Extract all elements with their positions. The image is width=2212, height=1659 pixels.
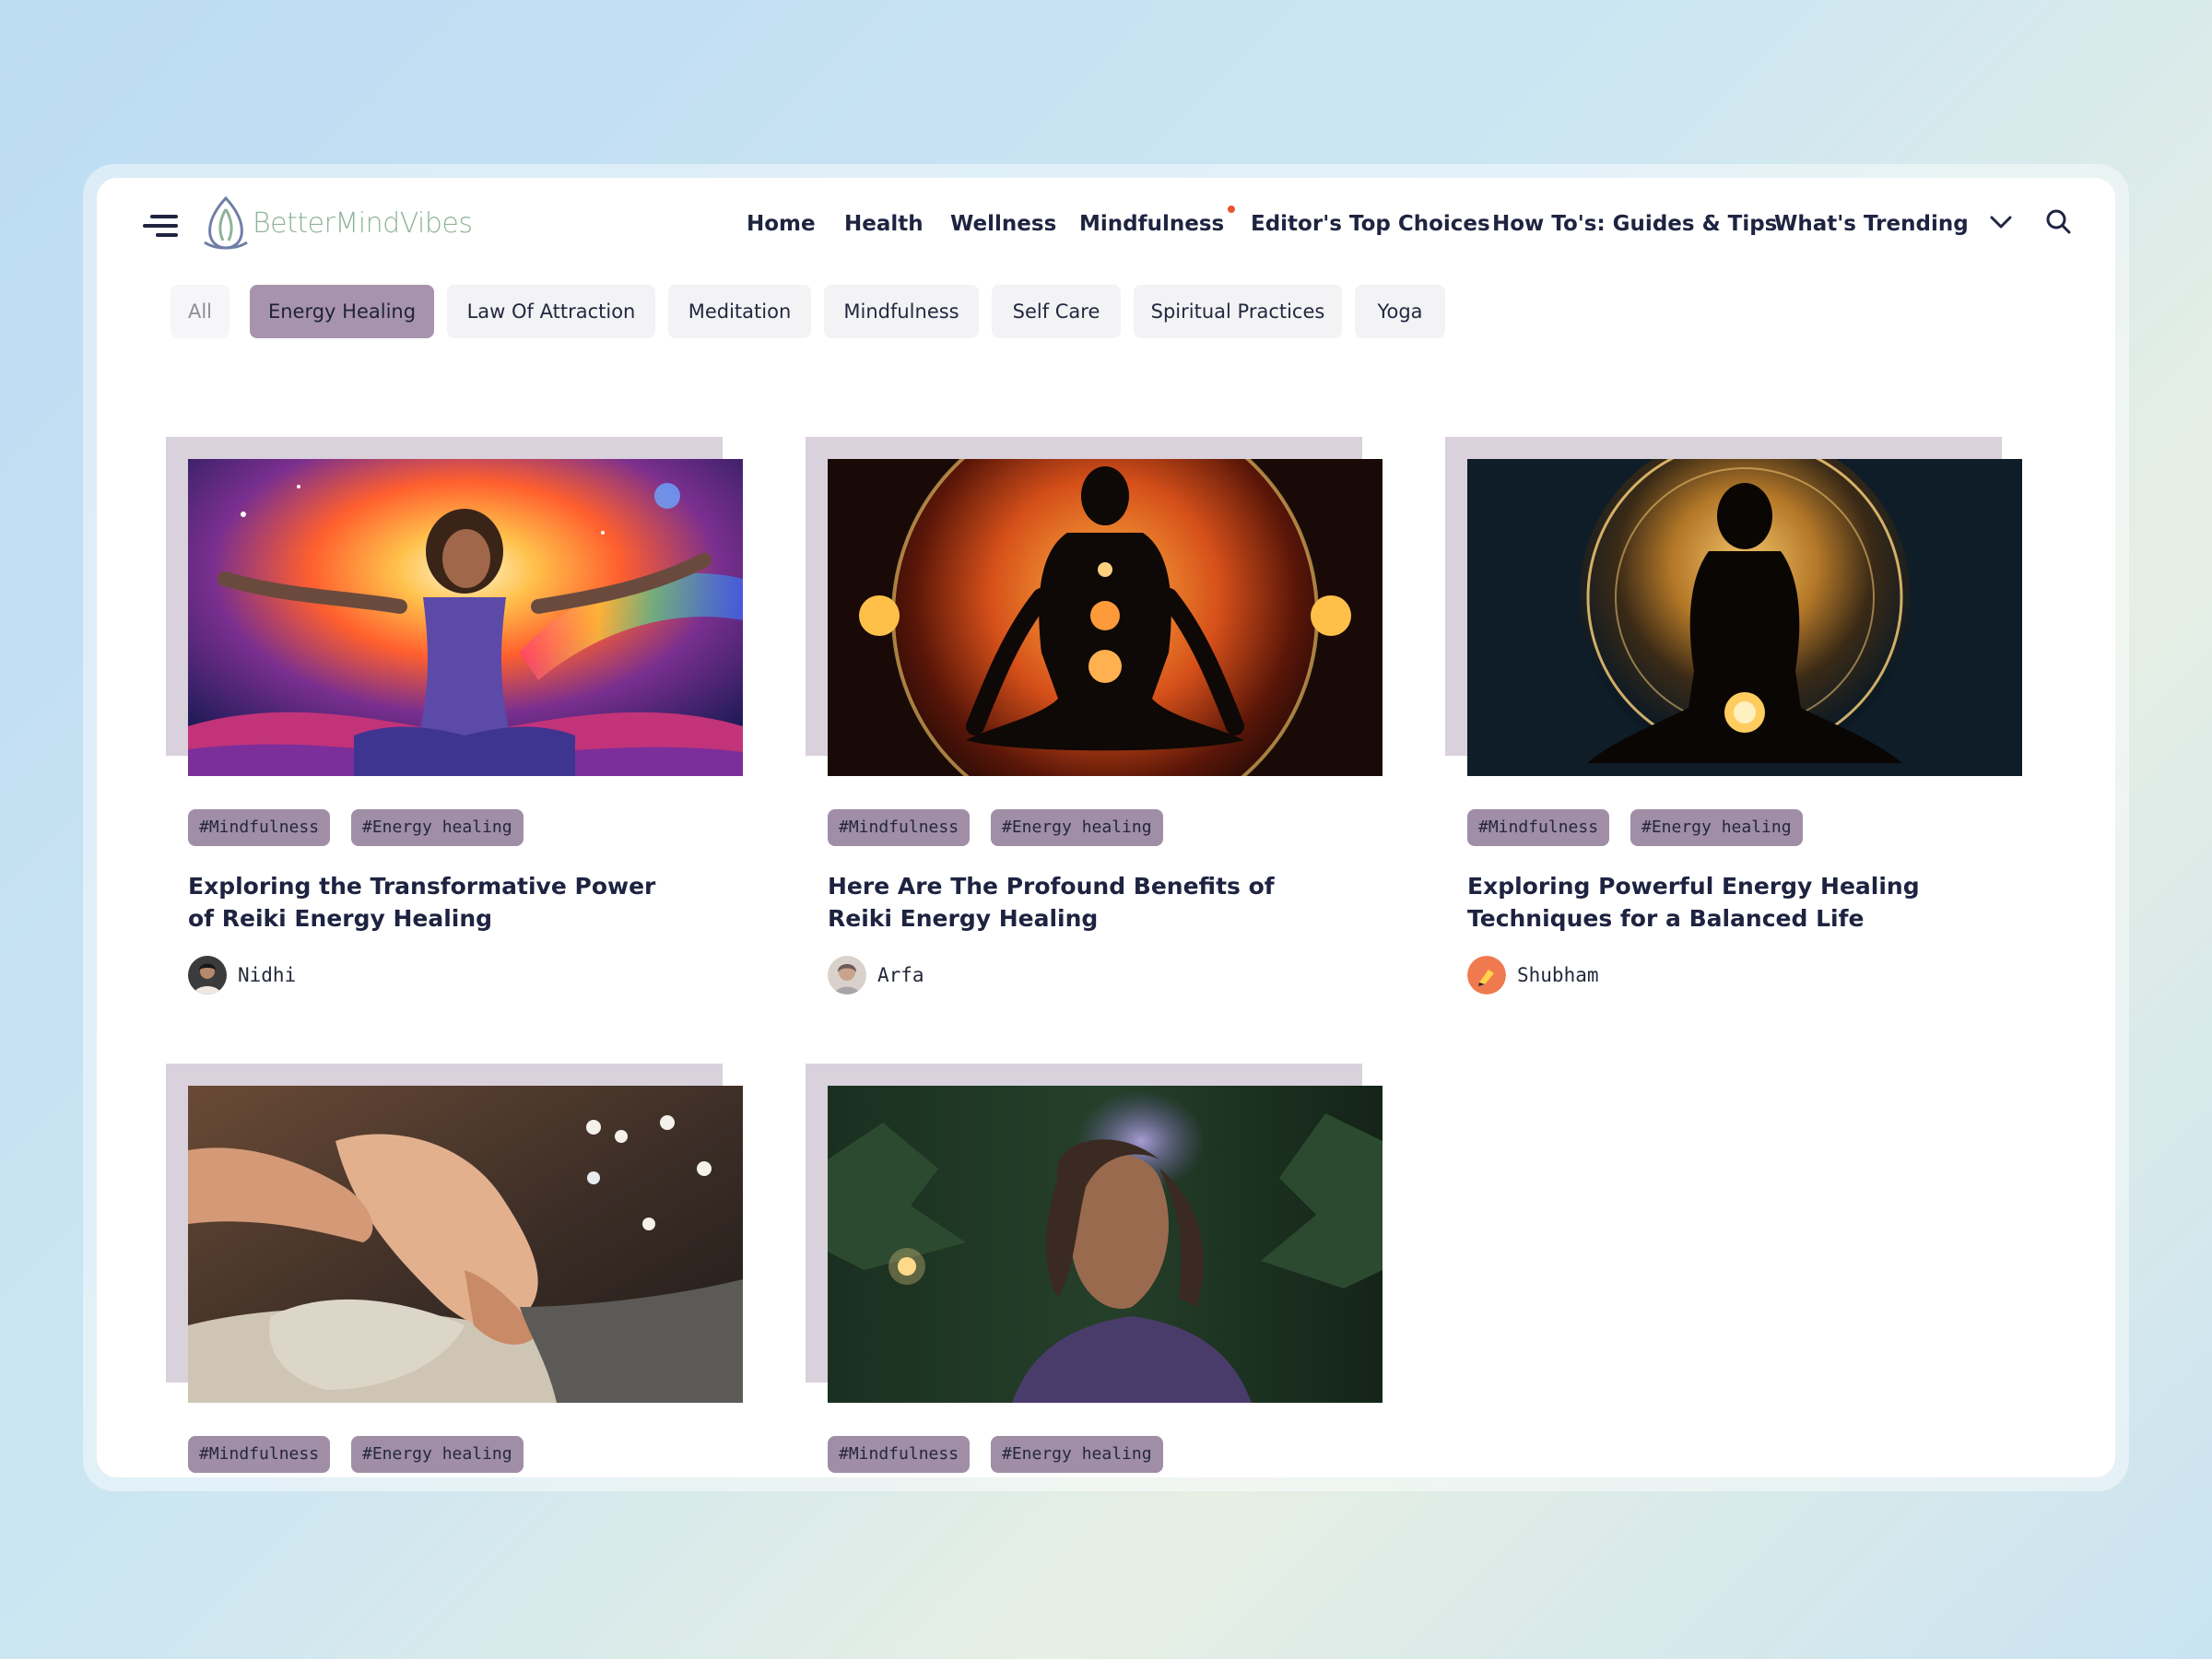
- post-card: #Mindfulness #Energy healing: [166, 1064, 756, 1477]
- post-image-forest-man[interactable]: [828, 1086, 1382, 1403]
- category-yoga[interactable]: Yoga: [1355, 285, 1445, 338]
- chevron-down-icon[interactable]: [1984, 206, 2018, 239]
- post-image-golden-halo[interactable]: [1467, 459, 2022, 776]
- avatar: [828, 956, 866, 994]
- tag-energy-healing[interactable]: #Energy healing: [1630, 809, 1803, 846]
- category-all[interactable]: All: [171, 285, 229, 338]
- nav-mindfulness-label: Mindfulness: [1079, 212, 1225, 236]
- post-title[interactable]: Exploring the Transformative Power of Re…: [188, 870, 686, 935]
- author-name: Arfa: [877, 964, 924, 986]
- forest-man-image: [828, 1086, 1382, 1403]
- main-nav: Home Health Wellness Mindfulness Editor'…: [97, 204, 2115, 244]
- post-image-chakra-silhouette[interactable]: [828, 459, 1382, 776]
- category-mindfulness[interactable]: Mindfulness: [824, 285, 979, 338]
- post-card: #Mindfulness #Energy healing Exploring t…: [166, 437, 756, 1018]
- nav-whats-trending[interactable]: What's Trending: [1774, 204, 1969, 244]
- post-title[interactable]: Exploring Powerful Energy Healing Techni…: [1467, 870, 1965, 935]
- cosmic-meditation-image: [188, 459, 743, 776]
- nav-wellness[interactable]: Wellness: [950, 204, 1056, 244]
- avatar: [1467, 956, 1506, 994]
- search-icon[interactable]: [2041, 205, 2075, 238]
- tag-mindfulness[interactable]: #Mindfulness: [828, 809, 971, 846]
- tag-energy-healing[interactable]: #Energy healing: [991, 809, 1163, 846]
- post-card: #Mindfulness #Energy healing Here Are Th…: [806, 437, 1395, 1018]
- avatar: [188, 956, 227, 994]
- tag-mindfulness[interactable]: #Mindfulness: [1467, 809, 1610, 846]
- post-author[interactable]: Nidhi: [188, 955, 296, 995]
- author-name: Shubham: [1517, 964, 1599, 986]
- author-name: Nidhi: [238, 964, 297, 986]
- reflexology-image: [188, 1086, 743, 1403]
- tag-mindfulness[interactable]: #Mindfulness: [188, 1436, 331, 1473]
- tag-mindfulness[interactable]: #Mindfulness: [188, 809, 331, 846]
- category-spiritual-practices[interactable]: Spiritual Practices: [1134, 285, 1342, 338]
- nav-how-tos[interactable]: How To's: Guides & Tips: [1492, 204, 1777, 244]
- nav-editors-top-choices[interactable]: Editor's Top Choices: [1251, 204, 1490, 244]
- post-image-reflexology[interactable]: [188, 1086, 743, 1403]
- notification-dot: [1228, 206, 1236, 213]
- tag-mindfulness[interactable]: #Mindfulness: [828, 1436, 971, 1473]
- nav-mindfulness[interactable]: Mindfulness: [1079, 204, 1236, 244]
- tag-energy-healing[interactable]: #Energy healing: [991, 1436, 1163, 1473]
- nav-home[interactable]: Home: [747, 204, 816, 244]
- post-card: #Mindfulness #Energy healing: [806, 1064, 1395, 1477]
- post-author[interactable]: Shubham: [1467, 955, 1599, 995]
- post-author[interactable]: Arfa: [828, 955, 924, 995]
- golden-halo-image: [1467, 459, 2022, 776]
- category-law-of-attraction[interactable]: Law Of Attraction: [447, 285, 655, 338]
- tag-energy-healing[interactable]: #Energy healing: [351, 809, 524, 846]
- category-self-care[interactable]: Self Care: [992, 285, 1121, 338]
- nav-health[interactable]: Health: [844, 204, 924, 244]
- tag-energy-healing[interactable]: #Energy healing: [351, 1436, 524, 1473]
- post-card: #Mindfulness #Energy healing Exploring P…: [1445, 437, 2035, 1018]
- post-image-cosmic-meditation[interactable]: [188, 459, 743, 776]
- category-meditation[interactable]: Meditation: [668, 285, 811, 338]
- post-title[interactable]: Here Are The Profound Benefits of Reiki …: [828, 870, 1325, 935]
- category-energy-healing[interactable]: Energy Healing: [250, 285, 434, 338]
- page-card: BetterMindVibes Home Health Wellness Min…: [97, 178, 2115, 1477]
- chakra-silhouette-image: [828, 459, 1382, 776]
